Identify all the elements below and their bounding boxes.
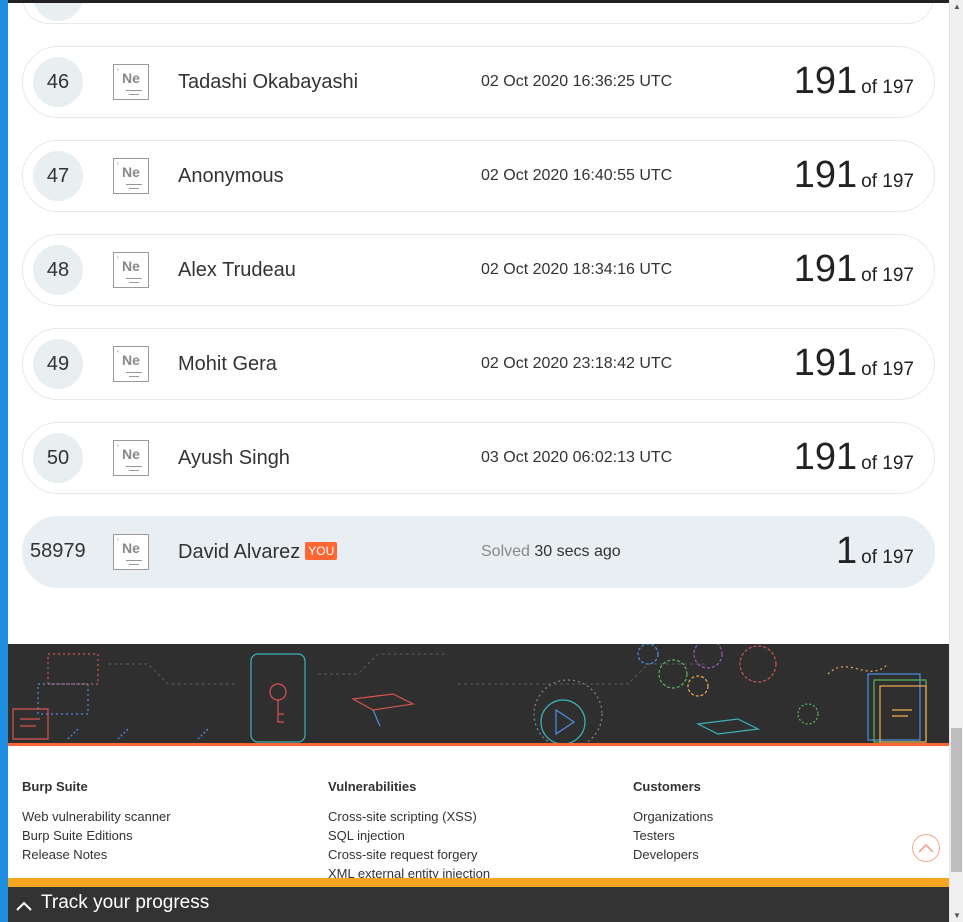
element-badge-icon: ' Ne xyxy=(113,440,149,476)
rank-number: 50 xyxy=(33,433,83,483)
footer-column-burp-suite: Burp Suite Web vulnerability scanner Bur… xyxy=(22,779,171,864)
you-badge: YOU xyxy=(305,542,338,560)
footer-link[interactable]: Burp Suite Editions xyxy=(22,826,171,845)
page-content: 46 ' Ne Tadashi Okabayashi 02 Oct 2020 16… xyxy=(8,0,949,922)
score-value: 1 xyxy=(836,530,858,572)
score: 1 of 197 xyxy=(836,530,914,573)
solved-label: Solved xyxy=(481,543,530,560)
score: 191 of 197 xyxy=(794,342,914,385)
player-name-text: David Alvarez xyxy=(178,541,301,563)
player-name[interactable]: David Alvarez YOU xyxy=(178,541,338,564)
score-value: 191 xyxy=(793,60,858,102)
score-value: 191 xyxy=(793,342,858,384)
track-progress-stripe xyxy=(8,878,949,887)
track-progress-bar[interactable]: Track your progress xyxy=(8,887,949,922)
footer-link[interactable]: Cross-site request forgery xyxy=(328,845,490,864)
player-name[interactable]: Alex Trudeau xyxy=(178,259,296,282)
track-progress-label: Track your progress xyxy=(41,892,210,913)
circuit-illustration xyxy=(12,639,927,749)
element-badge-icon: ' Ne xyxy=(113,64,149,100)
rank-number: 47 xyxy=(33,151,83,201)
player-name[interactable]: Anonymous xyxy=(178,165,284,188)
element-badge-icon: ' Ne xyxy=(113,534,149,570)
solved-ago: 30 secs ago xyxy=(534,543,621,560)
score: 191 of 197 xyxy=(794,154,914,197)
player-name[interactable]: Tadashi Okabayashi xyxy=(178,71,358,94)
footer-link[interactable]: Web vulnerability scanner xyxy=(22,807,171,826)
window-edge xyxy=(0,0,8,922)
score: 191 of 197 xyxy=(794,248,914,291)
leaderboard-row: 47 ' Ne Anonymous 02 Oct 2020 16:40:55 UT… xyxy=(22,140,935,212)
leaderboard-row: 50 ' Ne Ayush Singh 03 Oct 2020 06:02:13 … xyxy=(22,422,935,494)
player-name[interactable]: Ayush Singh xyxy=(178,447,290,470)
completion-time: 02 Oct 2020 18:34:16 UTC xyxy=(481,261,673,278)
player-name[interactable]: Mohit Gera xyxy=(178,353,277,376)
leaderboard-row: 49 ' Ne Mohit Gera 02 Oct 2020 23:18:42 U… xyxy=(22,328,935,400)
element-badge-icon: ' Ne xyxy=(113,158,149,194)
rank-number: 58979 xyxy=(30,540,86,562)
chevron-up-icon xyxy=(16,901,32,911)
score-total: of 197 xyxy=(861,77,914,98)
score-value: 191 xyxy=(793,436,858,478)
leaderboard-row: 46 ' Ne Tadashi Okabayashi 02 Oct 2020 16… xyxy=(22,46,935,118)
score-total: of 197 xyxy=(861,547,914,568)
site-footer: Burp Suite Web vulnerability scanner Bur… xyxy=(8,746,949,881)
score: 191 of 197 xyxy=(794,436,914,479)
solved-status: Solved 30 secs ago xyxy=(481,543,621,561)
element-badge-icon: ' Ne xyxy=(113,252,149,288)
scroll-down-arrow-icon[interactable]: ▼ xyxy=(953,911,961,920)
footer-heading: Customers xyxy=(633,779,701,794)
chevron-up-icon xyxy=(918,843,934,853)
current-user-row: 58979 ' Ne David Alvarez YOU Solved 30 sec… xyxy=(22,516,935,588)
footer-link[interactable]: Organizations xyxy=(633,807,713,826)
leaderboard-row-partial xyxy=(22,0,934,24)
footer-heading: Burp Suite xyxy=(22,779,88,794)
footer-link[interactable]: Testers xyxy=(633,826,713,845)
footer-column-vulnerabilities: Vulnerabilities Cross-site scripting (XS… xyxy=(328,779,490,883)
footer-column-customers: Customers Organizations Testers Develope… xyxy=(633,779,713,864)
rank-number: 46 xyxy=(33,57,83,107)
score-total: of 197 xyxy=(861,453,914,474)
footer-link[interactable]: SQL injection xyxy=(328,826,490,845)
leaderboard-row: 48 ' Ne Alex Trudeau 02 Oct 2020 18:34:16… xyxy=(22,234,935,306)
score-total: of 197 xyxy=(861,171,914,192)
rank-number: 48 xyxy=(33,245,83,295)
completion-time: 02 Oct 2020 23:18:42 UTC xyxy=(481,355,673,372)
score: 191 of 197 xyxy=(794,60,914,103)
element-badge-icon: ' Ne xyxy=(113,346,149,382)
scroll-up-arrow-icon[interactable]: ▲ xyxy=(953,2,961,11)
footer-link[interactable]: Developers xyxy=(633,845,713,864)
scrollbar-thumb[interactable] xyxy=(951,728,962,872)
score-value: 191 xyxy=(793,248,858,290)
footer-illustration-banner xyxy=(8,639,949,749)
footer-heading: Vulnerabilities xyxy=(328,779,417,794)
score-total: of 197 xyxy=(861,265,914,286)
score-total: of 197 xyxy=(861,359,914,380)
completion-time: 03 Oct 2020 06:02:13 UTC xyxy=(481,449,673,466)
rank-number: 49 xyxy=(33,339,83,389)
footer-link[interactable]: Release Notes xyxy=(22,845,171,864)
back-to-top-button[interactable] xyxy=(912,834,940,862)
completion-time: 02 Oct 2020 16:36:25 UTC xyxy=(481,73,673,90)
footer-link[interactable]: Cross-site scripting (XSS) xyxy=(328,807,490,826)
completion-time: 02 Oct 2020 16:40:55 UTC xyxy=(481,167,673,184)
score-value: 191 xyxy=(793,154,858,196)
top-border xyxy=(8,0,949,3)
rank-bubble xyxy=(33,0,83,21)
